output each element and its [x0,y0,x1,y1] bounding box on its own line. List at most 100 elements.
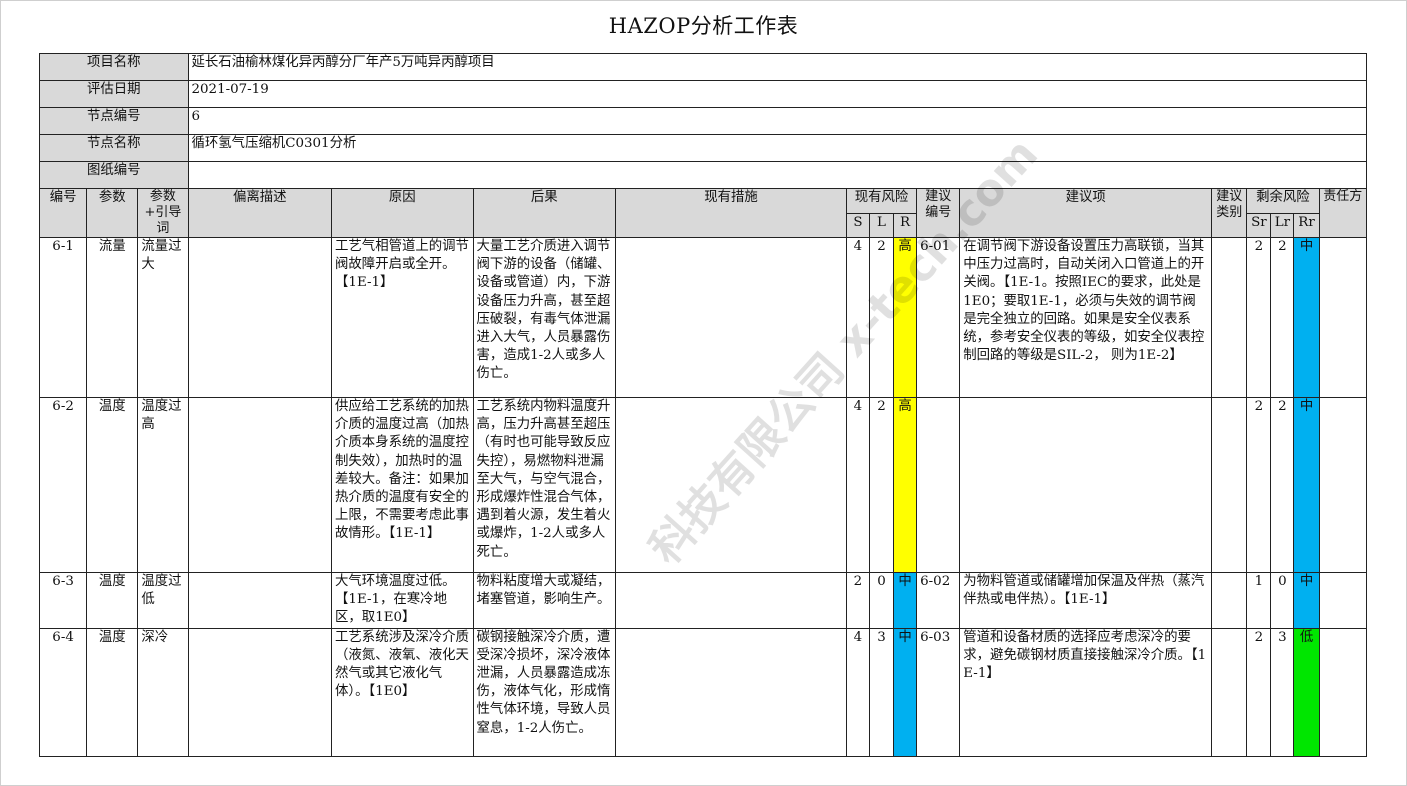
cell-safeguards [615,572,847,629]
table-row: 6-4 温度 深冷 工艺系统涉及深冷介质（液氮、液氧、液化天然气或其它液化气体）… [38,627,1368,757]
cell-recommendation: 管道和设备材质的选择应考虑深冷的要求，避免碳钢材质直接接触深冷介质。【1E-1】 [959,627,1213,757]
cell-rec-type [1211,572,1248,629]
cell-owner [1318,397,1368,573]
cell-r-medium: 中 [893,627,918,757]
cell-r-high: 高 [893,237,918,398]
cell-sr: 1 [1246,572,1272,629]
col-header-residual: 剩余风险 [1246,188,1320,214]
col-header-rec-type: 建议类别 [1211,188,1248,238]
col-header-no: 编号 [38,188,88,238]
cell-guide: 温度过高 [137,397,189,573]
col-header-deviation: 偏离描述 [187,188,333,238]
col-header-lr: Lr [1270,212,1295,238]
cell-no: 6-1 [38,237,88,398]
project-value: 延长石油榆林煤化异丙醇分厂年产5万吨异丙醇项目 [187,53,1368,81]
cell-guide: 深冷 [137,627,189,757]
col-header-l: L [868,212,895,238]
cell-rr-low: 低 [1293,627,1320,757]
cell-owner [1318,237,1368,398]
col-header-s: S [845,212,870,238]
cell-owner [1318,572,1368,629]
cell-sr: 2 [1246,237,1272,398]
cell-deviation [187,237,333,398]
cell-lr: 2 [1270,237,1295,398]
col-header-consequence: 后果 [472,188,617,238]
cell-param: 温度 [86,627,139,757]
cell-cause: 大气环境温度过低。【1E-1，在寒冷地区，取1E0】 [331,572,474,629]
col-header-risk: 现有风险 [845,188,918,214]
col-header-guide: 参数+引导词 [137,188,189,238]
col-header-r: R [893,212,918,238]
cell-rr-medium: 中 [1293,237,1320,398]
cell-s: 4 [845,397,870,573]
cell-rec-type [1211,397,1248,573]
cell-l: 2 [868,237,895,398]
cell-s: 4 [845,627,870,757]
cell-l: 2 [868,397,895,573]
date-value: 2021-07-19 [187,80,1368,108]
cell-no: 6-2 [38,397,88,573]
cell-guide: 温度过低 [137,572,189,629]
cell-l: 3 [868,627,895,757]
cell-consequence: 碳钢接触深冷介质，遭受深冷损坏，深冷液体泄漏，人员暴露造成冻伤，液体气化，形成惰… [472,627,617,757]
cell-r-high: 高 [893,397,918,573]
cell-lr: 3 [1270,627,1295,757]
info-row-date: 评估日期 2021-07-19 [39,80,1368,108]
page-title: HAZOP分析工作表 [608,14,799,38]
cell-recommendation: 在调节阀下游设备设置压力高联锁，当其中压力过高时，自动关闭入口管道上的开关阀。【… [959,237,1213,398]
cell-deviation [187,627,333,757]
project-label: 项目名称 [39,53,189,81]
cell-rec-no [916,397,961,573]
cell-deviation [187,572,333,629]
cell-rec-no: 6-01 [916,237,961,398]
cell-rec-type [1211,627,1248,757]
cell-consequence: 大量工艺介质进入调节阀下游的设备（储罐、设备或管道）内，下游设备压力升高，甚至超… [472,237,617,398]
drawing-label: 图纸编号 [39,161,189,189]
cell-recommendation [959,397,1213,573]
cell-r-medium: 中 [893,572,918,629]
cell-param: 温度 [86,397,139,573]
info-row-node-name: 节点名称 循环氢气压缩机C0301分析 [39,134,1368,162]
col-header-owner: 责任方 [1318,188,1368,238]
cell-param: 温度 [86,572,139,629]
hazop-worksheet: 项目名称 延长石油榆林煤化异丙醇分厂年产5万吨异丙醇项目 评估日期 2021-0… [38,53,1368,757]
cell-safeguards [615,627,847,757]
date-label: 评估日期 [39,80,189,108]
cell-rr-medium: 中 [1293,572,1320,629]
cell-param: 流量 [86,237,139,398]
cell-consequence: 物料粘度增大或凝结，堵塞管道，影响生产。 [472,572,617,629]
cell-rec-no: 6-02 [916,572,961,629]
cell-s: 2 [845,572,870,629]
col-header-rr: Rr [1293,212,1320,238]
cell-no: 6-3 [38,572,88,629]
cell-consequence: 工艺系统内物料温度升高，压力升高甚至超压（有时也可能导致反应失控），易燃物料泄漏… [472,397,617,573]
table-row: 6-3 温度 温度过低 大气环境温度过低。【1E-1，在寒冷地区，取1E0】 物… [38,572,1368,629]
node-no-value: 6 [187,107,1368,135]
col-header-rec-no: 建议编号 [916,188,961,238]
table-row: 6-2 温度 温度过高 供应给工艺系统的加热介质的温度过高（加热介质本身系统的温… [38,397,1368,573]
cell-sr: 2 [1246,627,1272,757]
node-name-label: 节点名称 [39,134,189,162]
col-header-safeguards: 现有措施 [615,188,847,238]
cell-cause: 工艺气相管道上的调节阀故障开启或全开。【1E-1】 [331,237,474,398]
cell-l: 0 [868,572,895,629]
cell-cause: 工艺系统涉及深冷介质（液氮、液氧、液化天然气或其它液化气体）。【1E0】 [331,627,474,757]
info-row-node-no: 节点编号 6 [39,107,1368,135]
cell-no: 6-4 [38,627,88,757]
node-no-label: 节点编号 [39,107,189,135]
cell-recommendation: 为物料管道或储罐增加保温及伴热（蒸汽伴热或电伴热）。【1E-1】 [959,572,1213,629]
cell-safeguards [615,397,847,573]
cell-s: 4 [845,237,870,398]
cell-cause: 供应给工艺系统的加热介质的温度过高（加热介质本身系统的温度控制失效），加热时的温… [331,397,474,573]
cell-lr: 2 [1270,397,1295,573]
table-row: 6-1 流量 流量过大 工艺气相管道上的调节阀故障开启或全开。【1E-1】 大量… [38,237,1368,398]
col-header-cause: 原因 [331,188,474,238]
cell-rr-medium: 中 [1293,397,1320,573]
node-name-value: 循环氢气压缩机C0301分析 [187,134,1368,162]
info-row-project: 项目名称 延长石油榆林煤化异丙醇分厂年产5万吨异丙醇项目 [39,53,1368,81]
cell-deviation [187,397,333,573]
header-row-1: 编号 参数 参数+引导词 偏离描述 原因 后果 现有措施 现有风险 建议编号 建… [38,188,1368,238]
cell-rec-no: 6-03 [916,627,961,757]
cell-owner [1318,627,1368,757]
cell-safeguards [615,237,847,398]
